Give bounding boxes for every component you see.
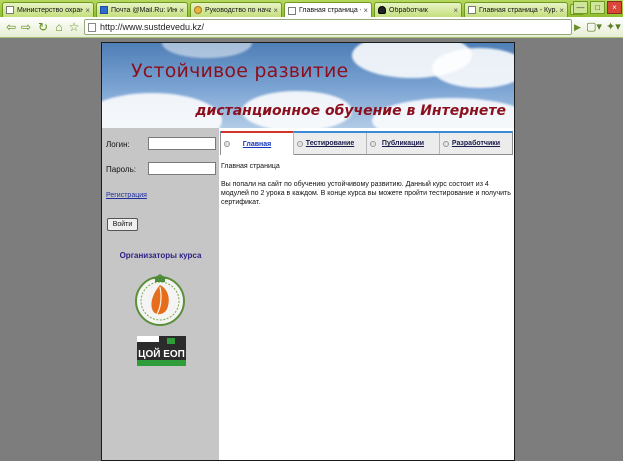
site-banner: Устойчивое развитие дистанционное обучен… bbox=[102, 43, 514, 128]
browser-tab-label: Главная страница - Кур... bbox=[479, 6, 558, 14]
address-url: http://www.sustdevedu.kz/ bbox=[100, 22, 205, 32]
mail-icon bbox=[100, 6, 108, 14]
banner-subtitle: дистанционное обучение в Интернете bbox=[195, 103, 506, 119]
close-tab-icon[interactable]: × bbox=[559, 6, 564, 15]
close-tab-icon[interactable]: × bbox=[273, 6, 278, 15]
tab-testing[interactable]: Тестирование bbox=[294, 133, 367, 154]
site-container: Устойчивое развитие дистанционное обучен… bbox=[101, 42, 515, 461]
tab-home[interactable]: Главная bbox=[221, 131, 294, 155]
password-label: Пароль: bbox=[106, 165, 136, 174]
page-heading: Главная страница bbox=[221, 163, 280, 170]
page-icon bbox=[88, 23, 96, 32]
organizers-title: Организаторы курса bbox=[119, 251, 202, 260]
browser-toolbar: ⇦ ⇨ ↻ ⌂ ☆ http://www.sustdevedu.kz/ ▶ ▢▾… bbox=[0, 17, 623, 38]
site-nav-tabs: Главная Тестирование Публикации Разработ… bbox=[220, 131, 513, 155]
login-label: Логин: bbox=[106, 140, 130, 149]
close-tab-icon[interactable]: × bbox=[85, 6, 90, 15]
browser-tab-4-active[interactable]: Главная страница - Кур... × bbox=[284, 2, 372, 18]
browser-tab-label: Руководство по началу ... bbox=[205, 6, 271, 14]
maximize-button[interactable]: □ bbox=[590, 1, 605, 14]
back-button[interactable]: ⇦ bbox=[3, 20, 19, 35]
close-tab-icon[interactable]: × bbox=[453, 6, 458, 15]
page-icon bbox=[288, 6, 296, 15]
banner-cloud bbox=[432, 48, 514, 88]
bookmark-star-icon[interactable]: ☆ bbox=[66, 20, 82, 35]
reload-button[interactable]: ↻ bbox=[35, 20, 51, 35]
tab-label: Разработчики bbox=[451, 140, 501, 147]
banner-cloud bbox=[162, 43, 252, 58]
go-button[interactable]: ▶ bbox=[574, 22, 581, 33]
tab-label: Главная bbox=[242, 140, 272, 148]
browser-tab-label: Министерство охраны о... bbox=[17, 6, 83, 14]
bullet-icon bbox=[370, 141, 376, 147]
login-input[interactable] bbox=[148, 137, 216, 150]
browser-tab-label: Главная страница - Кур... bbox=[299, 7, 361, 14]
browser-tab-2[interactable]: Почта @Mail.Ru: Информ... × bbox=[96, 2, 188, 17]
sidebar: Логин: Пароль: Регистрация Войти Организ… bbox=[102, 128, 219, 460]
banner-title: Устойчивое развитие bbox=[131, 60, 349, 82]
password-input[interactable] bbox=[148, 162, 216, 175]
home-button[interactable]: ⌂ bbox=[51, 20, 67, 35]
education-center-logo: ЦОЙ ЕОП bbox=[137, 336, 186, 366]
forward-button[interactable]: ⇨ bbox=[18, 20, 34, 35]
tab-label: Тестирование bbox=[305, 140, 355, 147]
page-menu-button[interactable]: ▢▾ bbox=[586, 20, 602, 33]
browser-tab-strip: Министерство охраны о... × Почта @Mail.R… bbox=[0, 0, 623, 18]
page-icon bbox=[6, 6, 14, 14]
close-tab-icon[interactable]: × bbox=[363, 6, 368, 15]
browser-tab-label: Обработчик bbox=[389, 6, 428, 14]
page-body-text: Вы попали на сайт по обучению устойчивом… bbox=[221, 181, 511, 206]
tools-menu-button[interactable]: ✦▾ bbox=[606, 20, 621, 33]
browser-viewport: Устойчивое развитие дистанционное обучен… bbox=[0, 39, 623, 461]
browser-tab-6[interactable]: Главная страница - Кур... × bbox=[464, 2, 568, 17]
bullet-icon bbox=[297, 141, 303, 147]
main-content: Главная Тестирование Публикации Разработ… bbox=[219, 128, 514, 460]
tab-developers[interactable]: Разработчики bbox=[440, 133, 512, 154]
logo2-text: ЦОЙ ЕОП bbox=[138, 347, 185, 360]
minimize-button[interactable]: — bbox=[573, 1, 588, 14]
tab-label: Публикации bbox=[381, 140, 425, 147]
browser-tab-1[interactable]: Министерство охраны о... × bbox=[2, 2, 94, 17]
address-bar[interactable]: http://www.sustdevedu.kz/ bbox=[84, 19, 572, 35]
browser-tab-5[interactable]: Обработчик × bbox=[374, 2, 462, 17]
browser-tab-label: Почта @Mail.Ru: Информ... bbox=[111, 6, 177, 14]
tab-publications[interactable]: Публикации bbox=[367, 133, 440, 154]
bullet-icon bbox=[443, 141, 449, 147]
close-window-button[interactable]: × bbox=[607, 1, 622, 14]
close-tab-icon[interactable]: × bbox=[179, 6, 184, 15]
bullet-icon bbox=[224, 141, 230, 147]
globe-icon bbox=[194, 6, 202, 14]
window-controls: — □ × bbox=[572, 0, 623, 15]
page-icon bbox=[468, 6, 476, 14]
register-link[interactable]: Регистрация bbox=[106, 192, 147, 199]
login-button[interactable]: Войти bbox=[107, 218, 138, 231]
ministry-emblem-logo bbox=[135, 274, 185, 326]
browser-tab-3[interactable]: Руководство по началу ... × bbox=[190, 2, 282, 17]
spy-icon bbox=[378, 6, 386, 14]
